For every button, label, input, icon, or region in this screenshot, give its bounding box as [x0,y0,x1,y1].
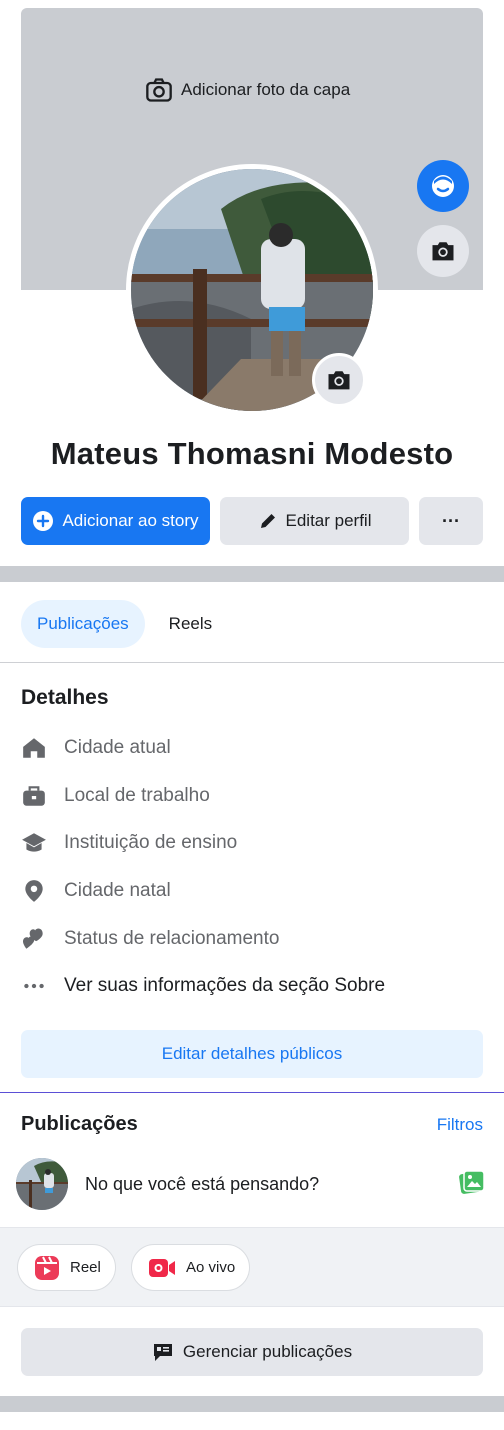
section-divider-line [0,1092,504,1093]
detail-label: Local de trabalho [64,784,210,806]
manage-posts-icon [153,1344,172,1361]
detail-hometown[interactable]: Cidade natal [21,867,483,915]
graduation-cap-icon [22,833,46,852]
detail-label: Cidade atual [64,736,171,758]
camera-icon [432,242,454,261]
detail-workplace[interactable]: Local de trabalho [21,772,483,820]
more-dots-icon: ··· [442,510,460,531]
pencil-icon [260,514,275,528]
camera-icon [328,371,350,390]
filters-link[interactable]: Filtros [437,1115,483,1135]
profile-actions: Adicionar ao story Editar perfil ··· [21,497,483,545]
composer-placeholder: No que você está pensando? [85,1173,320,1194]
detail-school[interactable]: Instituição de ensino [21,819,483,867]
profile-name: Mateus Thomasni Modesto [50,436,454,471]
tab-publicacoes[interactable]: Publicações [21,600,145,648]
live-label: Ao vivo [186,1259,236,1276]
add-cover-photo-button[interactable]: Adicionar foto da capa [145,76,350,104]
profile-tabs: Publicações Reels [21,600,228,648]
edit-profile-button[interactable]: Editar perfil [220,497,409,545]
photo-icon [459,1169,485,1194]
live-video-icon [149,1258,175,1277]
manage-posts-button[interactable]: Gerenciar publicações [21,1328,483,1376]
detail-label: Cidade natal [64,879,171,901]
reel-label: Reel [70,1259,101,1276]
section-divider [0,566,504,582]
edit-profile-label: Editar perfil [285,511,372,530]
edit-cover-camera-button[interactable] [417,225,469,277]
avatar-image [16,1158,68,1210]
photo-button[interactable] [458,1168,486,1201]
hearts-icon [22,928,43,949]
home-icon [23,738,45,758]
manage-posts-label: Gerenciar publicações [182,1342,353,1361]
detail-label: Ver suas informações da seção Sobre [64,975,386,997]
briefcase-icon [23,785,45,806]
detail-see-about[interactable]: Ver suas informações da seção Sobre [21,962,483,1010]
section-divider [0,1396,504,1412]
detail-label: Instituição de ensino [64,832,238,854]
detail-current-city[interactable]: Cidade atual [21,724,483,772]
avatar-face-icon [432,175,454,197]
avatar [16,1158,68,1210]
camera-icon [146,78,172,102]
more-options-button[interactable]: ··· [419,497,483,545]
edit-profile-picture-camera-button[interactable] [312,353,366,407]
post-composer[interactable]: No que você está pensando? [16,1158,486,1210]
add-cover-photo-label: Adicionar foto da capa [181,80,351,99]
tabs-divider [0,662,504,663]
location-pin-icon [25,880,43,902]
reel-icon [35,1255,59,1280]
details-list: Cidade atual Local de trabalho Instituiç… [21,724,483,1010]
edit-public-details-button[interactable]: Editar detalhes públicos [21,1030,483,1078]
detail-relationship[interactable]: Status de relacionamento [21,915,483,963]
add-to-story-button[interactable]: Adicionar ao story [21,497,210,545]
create-content-strip: Reel Ao vivo [0,1227,504,1307]
detail-label: Status de relacionamento [64,927,280,949]
posts-title: Publicações [21,1113,138,1135]
details-title: Detalhes [21,686,109,709]
reel-button[interactable]: Reel [17,1244,116,1291]
avatar-button[interactable] [417,160,469,212]
more-dots-icon [24,984,44,989]
edit-public-details-label: Editar detalhes públicos [161,1044,343,1063]
add-to-story-label: Adicionar ao story [62,511,199,530]
live-button[interactable]: Ao vivo [131,1244,251,1291]
plus-circle-icon [33,511,54,531]
tab-reels[interactable]: Reels [153,600,228,648]
